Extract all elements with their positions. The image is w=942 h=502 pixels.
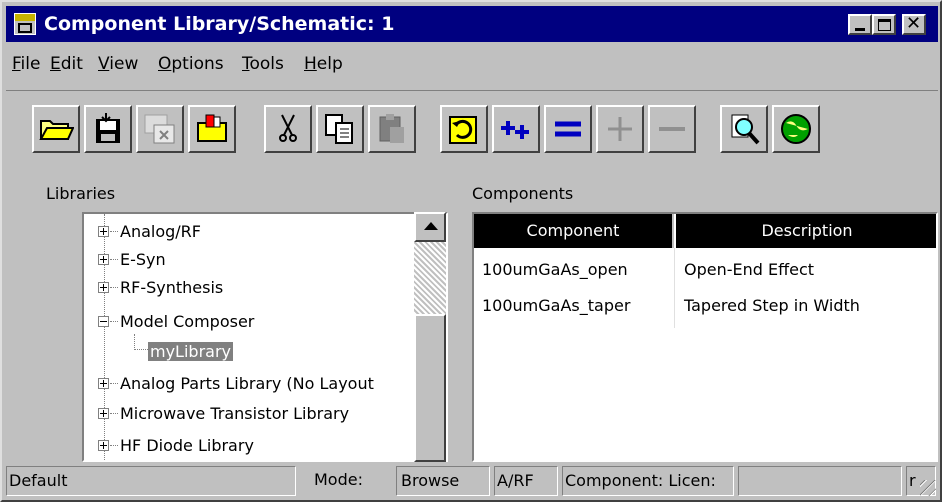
components-label: Components (472, 184, 574, 203)
paste-button[interactable] (368, 105, 416, 153)
expand-icon[interactable] (98, 226, 109, 237)
library-button[interactable] (188, 105, 236, 153)
globe-icon (781, 114, 811, 144)
menu-tools[interactable]: Tools (242, 54, 284, 74)
expand-icon[interactable] (98, 254, 109, 265)
refresh-icon (449, 116, 477, 144)
refresh-button[interactable] (440, 105, 488, 153)
cut-button[interactable] (264, 105, 312, 153)
table-cell-description[interactable]: Open-End Effect (684, 260, 814, 279)
menu-view[interactable]: View (98, 54, 138, 74)
equal-button[interactable] (544, 105, 592, 153)
table-cell-description[interactable]: Tapered Step in Width (684, 296, 860, 315)
maximize-icon (878, 19, 891, 31)
up-arrow-icon (424, 222, 438, 230)
search-magnifier-icon (731, 114, 760, 145)
window-title: Component Library/Schematic: 1 (44, 13, 395, 35)
open-button[interactable] (32, 105, 80, 153)
minimize-button[interactable] (848, 14, 872, 35)
expand-icon[interactable] (98, 282, 109, 293)
minimize-icon (855, 28, 865, 31)
menu-edit[interactable]: Edit (50, 54, 83, 74)
plus-button[interactable] (596, 105, 644, 153)
menu-bar: File Edit View Options Tools Help (6, 44, 938, 84)
scroll-track[interactable] (414, 242, 446, 314)
save-button[interactable] (84, 105, 132, 153)
status-mode-label: Mode: (314, 470, 363, 489)
library-scrollbar[interactable] (414, 212, 446, 462)
column-header-component[interactable]: Component (474, 214, 674, 248)
libraries-label: Libraries (46, 184, 116, 203)
column-header-description[interactable]: Description (676, 214, 936, 248)
save-disk-icon (96, 113, 120, 143)
scroll-thumb[interactable] (414, 314, 446, 462)
library-folder-icon (197, 114, 227, 142)
library-tree[interactable]: Analog/RF E-Syn RF-Synthesis Model Compo… (82, 212, 448, 462)
status-default: Default (6, 466, 296, 496)
globe-button[interactable] (772, 105, 820, 153)
close-icon: ✕ (906, 13, 922, 34)
table-cell-component[interactable]: 100umGaAs_open (482, 260, 628, 279)
menu-help[interactable]: Help (304, 54, 343, 74)
search-button[interactable] (720, 105, 768, 153)
close-window-button[interactable] (136, 105, 184, 153)
menu-file[interactable]: File (12, 54, 40, 74)
title-bar[interactable]: Component Library/Schematic: 1 ✕ (6, 6, 938, 42)
components-table: Component Description 100umGaAs_open Ope… (472, 212, 938, 462)
expand-icon[interactable] (98, 408, 109, 419)
component-library-window: Component Library/Schematic: 1 ✕ File Ed… (0, 0, 942, 502)
close-window-icon (144, 114, 175, 144)
collapse-icon[interactable] (98, 316, 109, 327)
plus-icon (608, 117, 632, 141)
add-button[interactable] (492, 105, 540, 153)
status-mode-value: Browse (396, 466, 490, 496)
resize-grip-icon[interactable] (920, 480, 936, 496)
minus-icon (659, 127, 685, 131)
status-domain: A/RF (494, 466, 558, 496)
paste-clipboard-icon (379, 114, 404, 143)
copy-button[interactable] (316, 105, 364, 153)
minus-button[interactable] (648, 105, 696, 153)
status-empty (738, 466, 902, 496)
scroll-up-button[interactable] (414, 212, 446, 242)
status-component-license: Component: Licen: (562, 466, 734, 496)
table-cell-component[interactable]: 100umGaAs_taper (482, 296, 630, 315)
copy-icon (325, 114, 353, 144)
toolbar (6, 90, 938, 162)
maximize-button[interactable] (872, 14, 896, 35)
status-bar: Default Mode: Browse A/RF Component: Lic… (6, 464, 938, 498)
close-button[interactable]: ✕ (902, 13, 926, 35)
cut-scissors-icon (279, 114, 297, 142)
equal-icon (555, 121, 581, 137)
expand-icon[interactable] (98, 378, 109, 389)
menu-options[interactable]: Options (158, 54, 224, 74)
expand-icon[interactable] (98, 440, 109, 451)
add-plus-icon (501, 121, 529, 139)
open-folder-icon (39, 120, 74, 140)
app-icon[interactable] (14, 13, 36, 35)
